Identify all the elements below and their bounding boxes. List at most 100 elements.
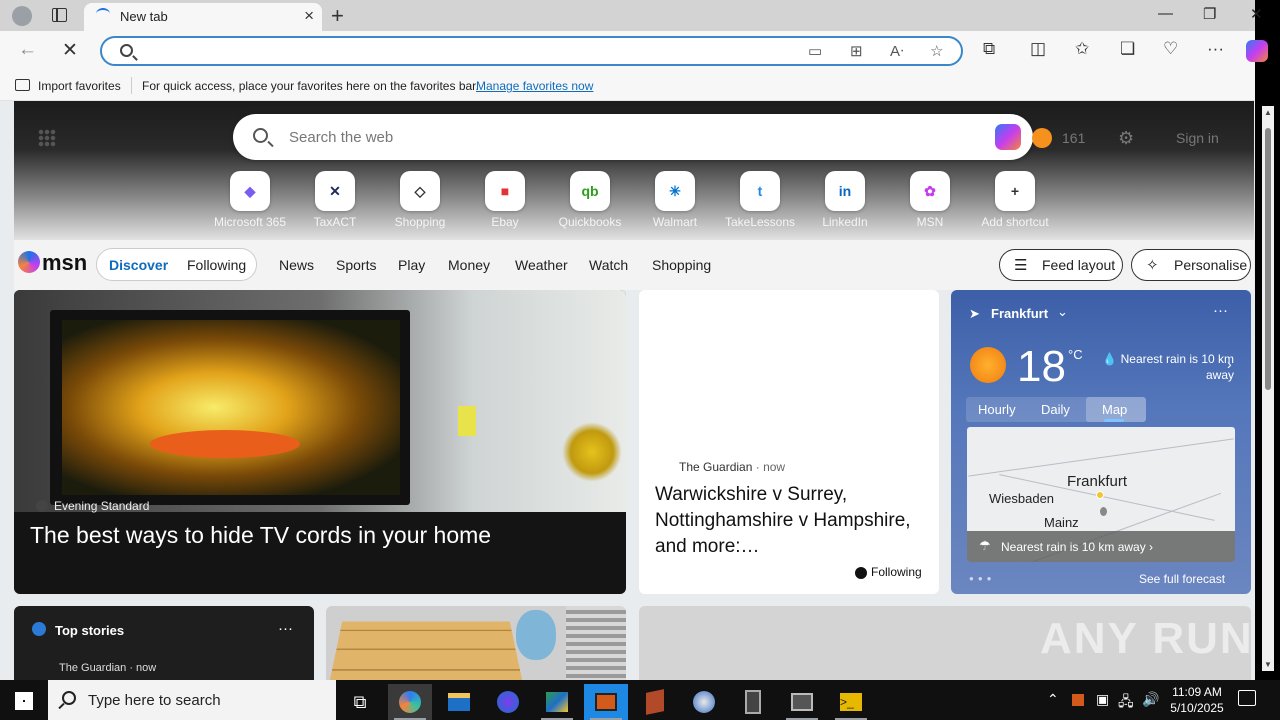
system-clock[interactable]: 11:09 AM 5/10/2025	[1162, 684, 1232, 716]
scroll-thumb[interactable]	[1265, 128, 1271, 390]
msn-logo-text[interactable]: msn	[42, 250, 87, 276]
article-card[interactable]: The Guardian · now Warwickshire v Surrey…	[639, 290, 939, 594]
top-stories-more-button[interactable]: ···	[278, 620, 293, 637]
nav-play[interactable]: Play	[398, 257, 425, 273]
close-window-button[interactable]: ✕	[1250, 5, 1263, 23]
msn-logo-icon[interactable]	[18, 251, 40, 273]
archive-app-icon[interactable]	[731, 684, 775, 720]
shortcut-add-shortcut[interactable]: + Add shortcut	[973, 171, 1057, 229]
tab-following[interactable]: Following	[187, 257, 246, 273]
favorite-star-icon[interactable]: ☆	[930, 42, 943, 60]
network-icon[interactable]: 🖧	[1118, 691, 1134, 715]
nav-money[interactable]: Money	[448, 257, 490, 273]
stop-loading-icon[interactable]: ✕	[62, 39, 78, 62]
powershell-icon[interactable]: >_	[829, 684, 873, 720]
back-arrow-icon[interactable]: ←	[18, 39, 37, 61]
shortcut-walmart[interactable]: ✳ Walmart	[633, 171, 717, 229]
firefox-icon[interactable]	[486, 684, 530, 720]
monitor-app-icon[interactable]	[780, 684, 824, 720]
shortcut-shopping[interactable]: ◇ Shopping	[378, 171, 462, 229]
device-icon[interactable]: ▭	[808, 42, 822, 60]
tab-close-button[interactable]: ×	[304, 6, 314, 26]
profile-icon[interactable]	[12, 6, 32, 26]
following-button[interactable]: Following	[871, 565, 922, 579]
gear-icon[interactable]: ⚙	[1118, 128, 1134, 149]
file-explorer-icon[interactable]	[437, 684, 481, 720]
weather-location[interactable]: Frankfurt	[991, 306, 1048, 321]
nav-news[interactable]: News	[279, 257, 314, 273]
copilot-search-icon[interactable]	[995, 124, 1021, 150]
carousel-dots[interactable]: ●●●	[969, 574, 996, 583]
extensions-icon[interactable]: ⧉	[983, 39, 995, 59]
tray-app-icon[interactable]	[1072, 694, 1084, 706]
see-full-forecast-link[interactable]: See full forecast	[1139, 572, 1225, 586]
address-bar[interactable]: ▭ ⊞ Aᐧ ☆	[100, 36, 963, 66]
minimize-button[interactable]: —	[1158, 5, 1173, 22]
featured-article-card[interactable]: Evening Standard The best ways to hide T…	[14, 290, 626, 594]
page-scrollbar[interactable]: ▲ ▼	[1262, 106, 1274, 671]
edge-taskbar-icon[interactable]	[388, 684, 432, 720]
tab-map[interactable]: Map	[1102, 402, 1127, 417]
shortcut-label: Quickbooks	[558, 215, 622, 229]
temperature[interactable]: 18	[1017, 342, 1066, 392]
temperature-unit[interactable]: °C	[1068, 347, 1083, 362]
tab-hourly[interactable]: Hourly	[978, 402, 1016, 417]
tab-discover[interactable]: Discover	[109, 257, 168, 273]
shortcut-microsoft-365[interactable]: ◆ Microsoft 365	[208, 171, 292, 229]
nav-weather[interactable]: Weather	[515, 257, 568, 273]
personalise-button[interactable]: ✧ Personalise	[1131, 249, 1251, 281]
chevron-right-icon[interactable]: ›	[1227, 356, 1232, 372]
read-aloud-icon[interactable]: Aᐧ	[890, 42, 904, 60]
chevron-up-icon[interactable]: ⌃	[1047, 691, 1059, 708]
chevron-down-icon[interactable]: ⌄	[1057, 304, 1068, 320]
tab-actions-icon[interactable]	[52, 8, 67, 22]
favorites-icon[interactable]: ✩	[1075, 39, 1089, 59]
rain-notice[interactable]: 💧 Nearest rain is 10 km away	[1099, 351, 1234, 383]
new-tab-button[interactable]: +	[331, 3, 344, 29]
article-headline[interactable]: Warwickshire v Surrey, Nottinghamshire v…	[655, 482, 930, 560]
copilot-icon[interactable]	[1246, 40, 1268, 62]
notifications-icon[interactable]	[1238, 690, 1256, 706]
tab-daily[interactable]: Daily	[1041, 402, 1070, 417]
windows-start-icon[interactable]	[15, 692, 33, 710]
scroll-down-icon[interactable]: ▼	[1264, 660, 1272, 669]
task-view-icon[interactable]: ⧉	[338, 684, 382, 720]
taskbar-search[interactable]: Type here to search	[48, 680, 336, 720]
battery-icon[interactable]: ▣	[1096, 691, 1109, 708]
shortcut-ebay[interactable]: ■ Ebay	[463, 171, 547, 229]
rewards-points[interactable]: 161	[1062, 130, 1085, 146]
shortcut-linkedin[interactable]: in LinkedIn	[803, 171, 887, 229]
media-app-icon[interactable]	[682, 684, 726, 720]
image-article-card[interactable]	[326, 606, 626, 680]
weather-map[interactable]: Frankfurt Wiesbaden Mainz ☂ Nearest rain…	[967, 427, 1235, 562]
browser-essentials-icon[interactable]: ♡	[1163, 39, 1178, 59]
tab-new-tab[interactable]: New tab ×	[84, 3, 322, 31]
shortcut-takelessons[interactable]: t TakeLessons	[718, 171, 802, 229]
settings-more-icon[interactable]: ···	[1207, 39, 1224, 59]
feed-layout-button[interactable]: ☰ Feed layout	[999, 249, 1123, 281]
split-screen-icon[interactable]: ◫	[1030, 39, 1046, 59]
sign-in-button[interactable]: Sign in	[1176, 130, 1219, 146]
article-title[interactable]: The best ways to hide TV cords in your h…	[30, 522, 491, 549]
nav-watch[interactable]: Watch	[589, 257, 628, 273]
nav-sports[interactable]: Sports	[336, 257, 376, 273]
shortcut-quickbooks[interactable]: qb Quickbooks	[548, 171, 632, 229]
rewards-icon[interactable]	[1032, 128, 1052, 148]
import-favorites-button[interactable]: Import favorites	[38, 79, 121, 93]
book-app-icon[interactable]	[633, 684, 677, 720]
control-panel-icon[interactable]	[535, 684, 579, 720]
map-rain-banner[interactable]: ☂ Nearest rain is 10 km away ›	[967, 531, 1235, 562]
nav-shopping[interactable]: Shopping	[652, 257, 711, 273]
app-available-icon[interactable]: ⊞	[850, 42, 863, 60]
collections-icon[interactable]: ❏	[1120, 39, 1135, 59]
shortcut-msn[interactable]: ✿ MSN	[888, 171, 972, 229]
scroll-up-icon[interactable]: ▲	[1264, 108, 1272, 117]
apps-launcher-icon[interactable]	[38, 129, 56, 147]
volume-icon[interactable]: 🔊	[1142, 691, 1159, 708]
active-app-icon[interactable]	[584, 684, 628, 720]
web-search-input[interactable]	[289, 126, 889, 148]
weather-more-button[interactable]: ···	[1213, 302, 1228, 319]
manage-favorites-link[interactable]: Manage favorites now	[476, 79, 593, 93]
restore-button[interactable]: ❐	[1203, 5, 1216, 23]
shortcut-taxact[interactable]: ✕ TaxACT	[293, 171, 377, 229]
